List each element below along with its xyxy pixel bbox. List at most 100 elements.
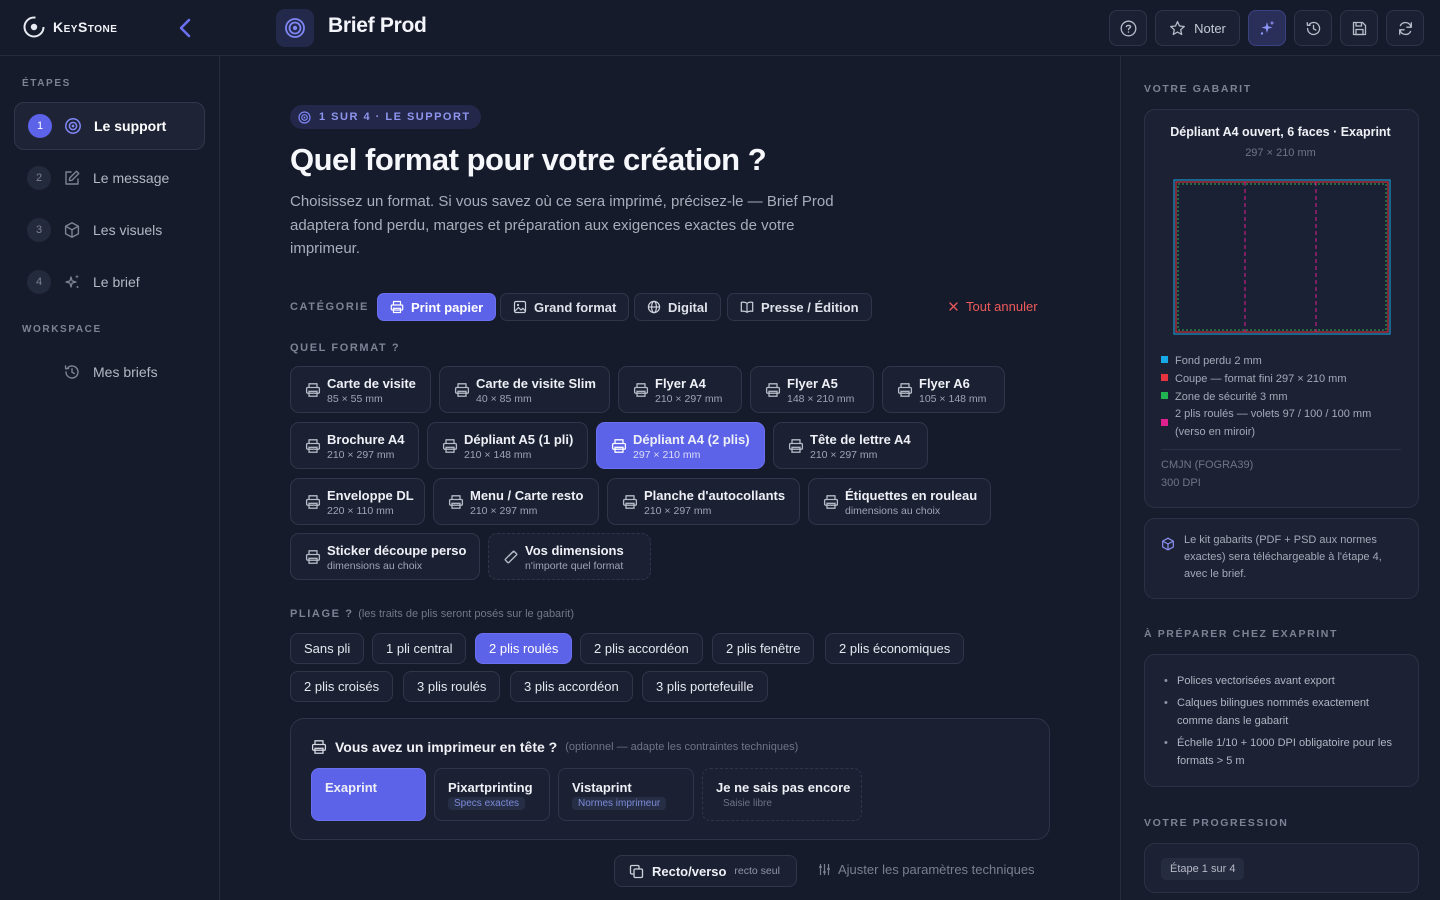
- format-option-selected[interactable]: Dépliant A4 (2 plis) 297 × 210 mm: [596, 422, 765, 469]
- adjust-technical-settings-button[interactable]: Ajuster les paramètres techniques: [818, 862, 1035, 877]
- format-name: Planche d'autocollants: [644, 488, 786, 503]
- fold-option[interactable]: 3 plis roulés: [403, 671, 501, 702]
- format-option[interactable]: Flyer A5 148 × 210 mm: [750, 366, 874, 413]
- printer-icon: [390, 300, 404, 314]
- page-description: Choisissez un format. Si vous savez où c…: [290, 193, 834, 257]
- printer-subtitle: (optionnel — adapte les contraintes tech…: [565, 741, 799, 753]
- legend-item-safety: Zone de sécurité 3 mm: [1161, 389, 1288, 407]
- app-logo[interactable]: KeyStone: [22, 15, 117, 39]
- chevron-left-icon: [179, 18, 191, 38]
- step-number: 2: [27, 166, 51, 190]
- format-name: Étiquettes en rouleau: [845, 488, 978, 503]
- format-name: Carte de visite Slim: [476, 376, 596, 391]
- format-option[interactable]: Sticker découpe perso dimensions au choi…: [290, 533, 480, 580]
- format-option[interactable]: Enveloppe DL 220 × 110 mm: [290, 478, 425, 525]
- fold-option[interactable]: 2 plis économiques: [825, 633, 965, 664]
- category-press-edition[interactable]: Presse / Édition: [727, 293, 872, 321]
- printer-option-unknown[interactable]: Je ne sais pas encore Saisie libre: [702, 768, 862, 821]
- fold-option[interactable]: 3 plis portefeuille: [642, 671, 768, 702]
- fold-option-selected[interactable]: 2 plis roulés: [475, 633, 573, 664]
- format-name: Dépliant A5 (1 pli): [464, 432, 574, 447]
- format-option[interactable]: Flyer A6 105 × 148 mm: [882, 366, 1005, 413]
- fold-option[interactable]: 3 plis accordéon: [510, 671, 633, 702]
- steps-heading: ÉTAPES: [22, 78, 71, 89]
- format-dimensions: dimensions au choix: [845, 505, 941, 517]
- printer-icon: [454, 383, 470, 397]
- format-dimensions: 105 × 148 mm: [919, 393, 987, 405]
- target-icon: [285, 18, 305, 38]
- sidebar-item-label: Mes briefs: [93, 364, 158, 380]
- recto-verso-toggle[interactable]: Recto/verso recto seul: [614, 855, 797, 887]
- custom-dimensions-option[interactable]: Vos dimensions n'importe quel format: [488, 533, 651, 580]
- step-number: 1: [28, 114, 52, 138]
- printer-icon: [765, 383, 781, 397]
- prep-item: Calques bilingues nommés exactement comm…: [1164, 694, 1407, 730]
- save-button[interactable]: [1340, 10, 1378, 46]
- format-dimensions: n'importe quel format: [525, 560, 624, 572]
- format-name: Tête de lettre A4: [810, 432, 911, 447]
- project-title: Brief Prod: [328, 14, 427, 37]
- legend-swatch: [1161, 374, 1168, 381]
- fold-option[interactable]: 2 plis croisés: [290, 671, 394, 702]
- format-option[interactable]: Étiquettes en rouleau dimensions au choi…: [808, 478, 991, 525]
- category-digital[interactable]: Digital: [634, 293, 721, 321]
- save-icon: [1352, 21, 1366, 35]
- rate-button[interactable]: Noter: [1155, 10, 1240, 46]
- format-option[interactable]: Flyer A4 210 × 297 mm: [618, 366, 742, 413]
- legend-item-cut: Coupe — format fini 297 × 210 mm: [1161, 371, 1347, 389]
- legend-item-folds: 2 plis roulés — volets 97 / 100 / 100 mm…: [1161, 406, 1401, 441]
- target-icon: [65, 118, 81, 134]
- fold-option[interactable]: 1 pli central: [372, 633, 467, 664]
- printer-option-selected[interactable]: Exaprint: [311, 768, 426, 821]
- project-icon: [276, 9, 314, 47]
- category-label: CATÉGORIE: [290, 301, 369, 313]
- image-icon: [513, 300, 527, 314]
- format-dimensions: 210 × 297 mm: [655, 393, 723, 405]
- book-open-icon: [740, 301, 754, 313]
- format-option[interactable]: Planche d'autocollants 210 × 297 mm: [607, 478, 800, 525]
- format-name: Vos dimensions: [525, 543, 624, 558]
- history-button[interactable]: [1294, 10, 1332, 46]
- ai-assist-button[interactable]: [1248, 10, 1286, 46]
- fold-option[interactable]: Sans pli: [290, 633, 365, 664]
- sidebar-step-message[interactable]: 2 Le message: [14, 154, 205, 202]
- format-option[interactable]: Tête de lettre A4 210 × 297 mm: [773, 422, 928, 469]
- printer-option[interactable]: Vistaprint Normes imprimeur: [558, 768, 694, 821]
- printer-icon: [448, 495, 464, 509]
- format-name: Dépliant A4 (2 plis): [633, 432, 750, 447]
- color-profile: CMJN (FOGRA39): [1161, 459, 1254, 471]
- sidebar-step-visuals[interactable]: 3 Les visuels: [14, 206, 205, 254]
- refresh-button[interactable]: [1386, 10, 1424, 46]
- sparkles-icon: [1260, 20, 1275, 35]
- step-breadcrumb: 1 SUR 4 · LE SUPPORT: [290, 105, 481, 129]
- format-label: QUEL FORMAT ?: [290, 342, 401, 354]
- fold-option[interactable]: 2 plis fenêtre: [712, 633, 815, 664]
- format-name: Flyer A6: [919, 376, 970, 391]
- format-option[interactable]: Brochure A4 210 × 297 mm: [290, 422, 419, 469]
- format-option[interactable]: Carte de visite Slim 40 × 85 mm: [439, 366, 610, 413]
- progress-heading: VOTRE PROGRESSION: [1144, 817, 1289, 829]
- format-option[interactable]: Dépliant A5 (1 pli) 210 × 148 mm: [427, 422, 588, 469]
- format-option[interactable]: Menu / Carte resto 210 × 297 mm: [433, 478, 599, 525]
- sidebar-step-brief[interactable]: 4 Le brief: [14, 258, 205, 306]
- format-name: Sticker découpe perso: [327, 543, 467, 558]
- fold-option[interactable]: 2 plis accordéon: [580, 633, 703, 664]
- category-large-format[interactable]: Grand format: [500, 293, 630, 321]
- cancel-all-button[interactable]: Tout annuler: [949, 299, 1038, 314]
- legend-text: Coupe — format fini 297 × 210 mm: [1175, 373, 1347, 385]
- printer-option[interactable]: Pixartprinting Specs exactes: [434, 768, 550, 821]
- help-button[interactable]: [1109, 10, 1147, 46]
- copy-icon: [629, 864, 644, 878]
- sidebar-item-my-briefs[interactable]: Mes briefs: [14, 348, 205, 396]
- category-print-paper[interactable]: Print papier: [377, 293, 497, 321]
- step-label: Le brief: [93, 274, 140, 290]
- printer-icon: [305, 383, 321, 397]
- collapse-sidebar-button[interactable]: [174, 16, 196, 40]
- sidebar-step-support[interactable]: 1 Le support: [14, 102, 205, 150]
- sparkles-icon: [65, 274, 80, 288]
- format-option[interactable]: Carte de visite 85 × 55 mm: [290, 366, 431, 413]
- sidebar: ÉTAPES 1 Le support 2 Le message 3 Les v…: [0, 56, 220, 900]
- right-panel: VOTRE GABARIT Dépliant A4 ouvert, 6 face…: [1120, 56, 1440, 900]
- progress-badge: Étape 1 sur 4: [1161, 858, 1245, 880]
- category-label-text: Digital: [668, 299, 708, 315]
